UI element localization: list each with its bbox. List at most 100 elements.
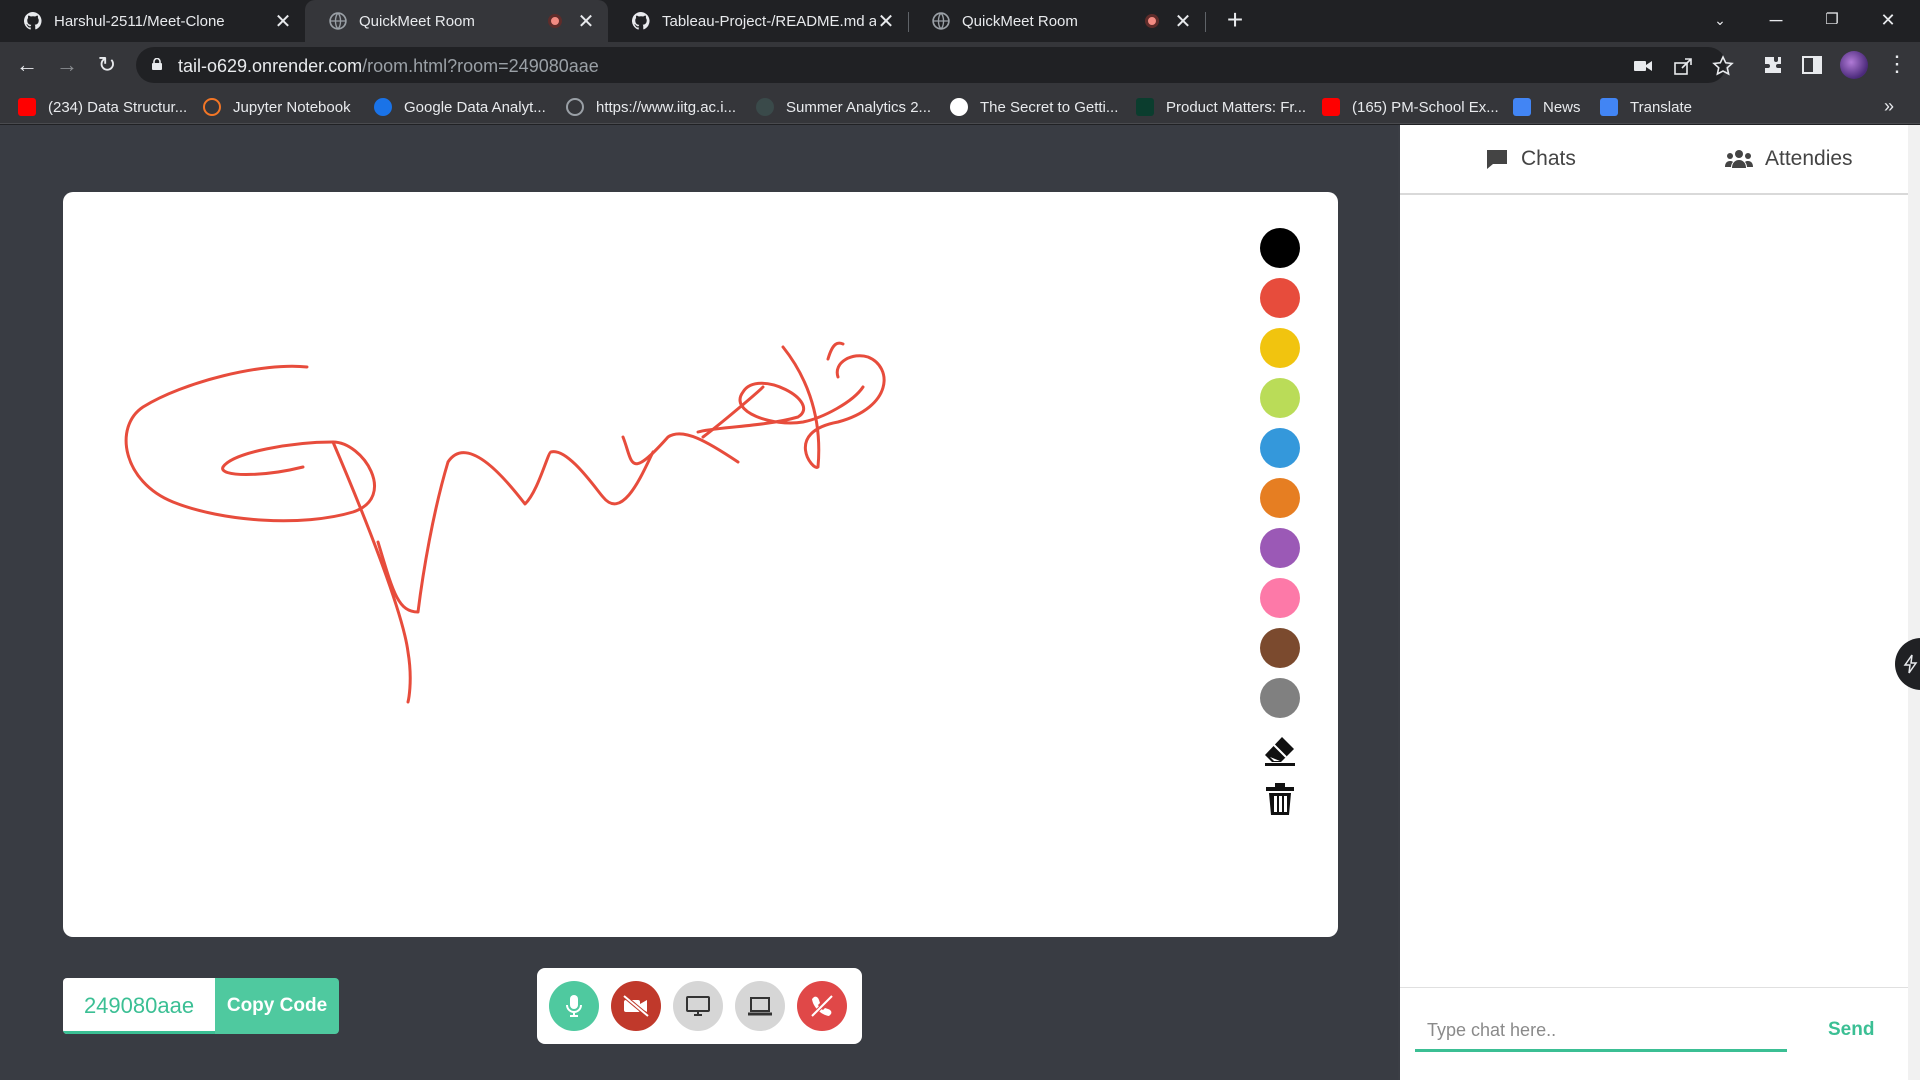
drawn-stroke xyxy=(124,364,376,523)
drawn-stroke xyxy=(826,341,845,361)
color-swatch-lime[interactable] xyxy=(1260,378,1300,418)
tab-title: Tableau-Project-/README.md at xyxy=(662,12,876,30)
meeting-page: 249080aae Copy Code Chats Attendies Type… xyxy=(0,125,1920,1080)
bookmark-item[interactable]: Summer Analytics 2... xyxy=(756,96,931,118)
close-tab-icon[interactable]: ✕ xyxy=(876,9,896,34)
lightning-icon xyxy=(1903,654,1918,674)
side-panel-icon[interactable] xyxy=(1801,54,1823,76)
more-bookmarks-button[interactable]: » xyxy=(1884,96,1894,117)
color-swatch-pink[interactable] xyxy=(1260,578,1300,618)
forward-button[interactable]: → xyxy=(52,50,82,80)
youtube-icon xyxy=(1322,98,1340,116)
browser-menu-icon[interactable]: ⋮ xyxy=(1886,52,1908,78)
reload-button[interactable]: ↻ xyxy=(92,50,122,80)
tab-quickmeet-room[interactable]: QuickMeet Room ✕ xyxy=(908,0,1205,42)
bookmark-star-icon[interactable] xyxy=(1712,55,1734,77)
color-swatch-orange[interactable] xyxy=(1260,478,1300,518)
mic-button[interactable] xyxy=(549,981,599,1031)
bookmark-item[interactable]: (234) Data Structur... xyxy=(18,96,187,118)
globe-icon xyxy=(566,98,584,116)
tab-attendies[interactable]: Attendies xyxy=(1725,125,1853,193)
page-scrollbar[interactable] xyxy=(1908,125,1920,1080)
recording-indicator-icon xyxy=(548,14,562,28)
chat-footer: Send xyxy=(1400,987,1910,1080)
video-off-icon xyxy=(622,995,650,1017)
bookmark-label: (165) PM-School Ex... xyxy=(1352,98,1499,116)
drawn-stroke xyxy=(376,450,655,614)
close-tab-icon[interactable]: ✕ xyxy=(273,9,293,34)
bookmark-label: https://www.iitg.ac.i... xyxy=(596,98,737,116)
share-icon[interactable] xyxy=(1672,55,1694,77)
medium-icon xyxy=(950,98,968,116)
minimize-button[interactable]: ─ xyxy=(1748,0,1804,42)
whiteboard-button[interactable] xyxy=(735,981,785,1031)
tab-quickmeet-room-active[interactable]: QuickMeet Room ✕ xyxy=(305,0,608,42)
tab-search-icon[interactable]: ⌄ xyxy=(1692,0,1748,42)
color-swatch-black[interactable] xyxy=(1260,228,1300,268)
close-window-button[interactable]: ✕ xyxy=(1860,0,1916,42)
trash-icon[interactable] xyxy=(1262,781,1298,817)
side-panel: Chats Attendies Send xyxy=(1400,125,1910,1080)
globe-icon xyxy=(329,12,347,30)
globe-icon xyxy=(932,12,950,30)
color-swatch-yellow[interactable] xyxy=(1260,328,1300,368)
bookmark-item[interactable]: https://www.iitg.ac.i... xyxy=(566,96,736,118)
laptop-icon xyxy=(748,997,772,1016)
call-controls xyxy=(537,968,862,1044)
end-call-button[interactable] xyxy=(797,981,847,1031)
drawn-stroke xyxy=(331,440,412,704)
github-icon xyxy=(632,12,650,30)
camera-in-use-icon[interactable] xyxy=(1632,55,1654,77)
bookmark-label: The Secret to Getti... xyxy=(980,98,1119,116)
color-swatch-red[interactable] xyxy=(1260,278,1300,318)
bookmark-item[interactable]: Product Matters: Fr... xyxy=(1136,96,1306,118)
color-swatch-brown[interactable] xyxy=(1260,628,1300,668)
recording-indicator-icon xyxy=(1145,14,1159,28)
bookmark-item[interactable]: Google Data Analyt... xyxy=(374,96,546,118)
summer-analytics-icon xyxy=(756,98,774,116)
color-swatch-gray[interactable] xyxy=(1260,678,1300,718)
users-icon xyxy=(1725,150,1753,168)
back-button[interactable]: ← xyxy=(12,50,42,80)
google-news-icon xyxy=(1513,98,1531,116)
color-swatch-purple[interactable] xyxy=(1260,528,1300,568)
bookmark-item[interactable]: News xyxy=(1513,96,1581,118)
bookmark-label: Summer Analytics 2... xyxy=(786,98,932,116)
whiteboard[interactable] xyxy=(63,192,1338,937)
close-tab-icon[interactable]: ✕ xyxy=(1173,9,1193,34)
copy-code-button[interactable]: Copy Code xyxy=(215,978,339,1034)
chat-input[interactable] xyxy=(1415,1012,1787,1052)
color-swatch-blue[interactable] xyxy=(1260,428,1300,468)
phone-slash-icon xyxy=(810,994,834,1018)
tab-meet-clone-repo[interactable]: Harshul-2511/Meet-Clone ✕ xyxy=(0,0,305,42)
chat-messages xyxy=(1400,197,1910,987)
tab-tableau-readme[interactable]: Tableau-Project-/README.md at ✕ xyxy=(608,0,908,42)
lock-icon xyxy=(152,58,162,70)
extensions-icon[interactable] xyxy=(1762,54,1784,76)
bookmark-label: Translate xyxy=(1630,98,1692,116)
restore-button[interactable]: ❐ xyxy=(1804,0,1860,42)
bookmark-label: News xyxy=(1543,98,1581,116)
bookmark-item[interactable]: (165) PM-School Ex... xyxy=(1322,96,1499,118)
url-host: tail-o629.onrender.com xyxy=(178,56,363,76)
bookmark-item[interactable]: Translate xyxy=(1600,96,1692,118)
profile-avatar[interactable] xyxy=(1840,51,1868,79)
youtube-icon xyxy=(18,98,36,116)
tab-chats[interactable]: Chats xyxy=(1485,125,1576,193)
address-bar[interactable]: tail-o629.onrender.com/room.html?room=24… xyxy=(136,47,1734,83)
bookmark-label: Jupyter Notebook xyxy=(233,98,351,116)
desktop-icon xyxy=(686,996,710,1016)
bookmarks-bar: (234) Data Structur... Jupyter Notebook … xyxy=(0,88,1920,124)
eraser-icon[interactable] xyxy=(1262,732,1298,768)
drawn-stroke xyxy=(696,381,865,434)
new-tab-button[interactable]: + xyxy=(1220,6,1250,36)
coursera-icon xyxy=(374,98,392,116)
main-area: 249080aae Copy Code xyxy=(0,125,1398,1080)
bookmark-item[interactable]: The Secret to Getti... xyxy=(950,96,1118,118)
send-button[interactable]: Send xyxy=(1828,1019,1874,1041)
screen-share-button[interactable] xyxy=(673,981,723,1031)
tab-title: QuickMeet Room xyxy=(359,12,475,30)
close-tab-icon[interactable]: ✕ xyxy=(576,9,596,34)
video-toggle-button[interactable] xyxy=(611,981,661,1031)
bookmark-item[interactable]: Jupyter Notebook xyxy=(203,96,351,118)
